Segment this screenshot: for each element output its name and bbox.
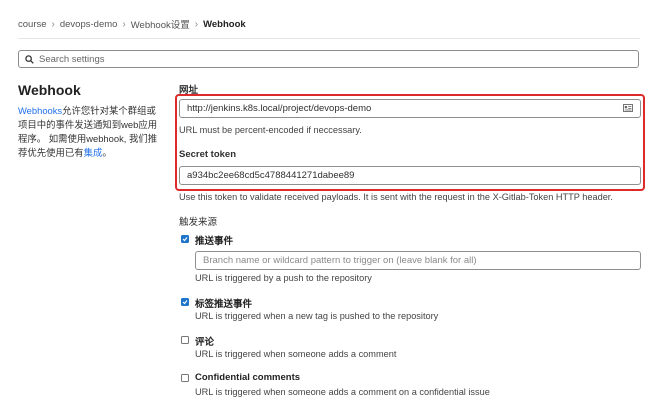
push-events-checkbox[interactable] <box>181 235 189 243</box>
section-description: Webhooks允许您针对某个群组或项目中的事件发送通知到web应用程序。 如需… <box>18 104 158 160</box>
webhooks-doc-link[interactable]: Webhooks <box>18 105 62 116</box>
check-icon <box>182 300 188 305</box>
section-title: Webhook <box>18 82 81 98</box>
confidential-comments-help: URL is triggered when someone adds a com… <box>195 387 490 397</box>
tag-push-events-checkbox[interactable] <box>181 298 189 306</box>
push-events-help: URL is triggered by a push to the reposi… <box>195 273 372 283</box>
comments-label: 评论 <box>195 337 215 348</box>
breadcrumb-current: Webhook <box>203 18 246 30</box>
confidential-comments-label: Confidential comments <box>195 372 301 383</box>
breadcrumb-project[interactable]: devops-demo <box>60 19 118 30</box>
check-icon <box>182 237 188 242</box>
url-value: http://jenkins.k8s.local/project/devops-… <box>187 103 372 114</box>
url-field[interactable]: http://jenkins.k8s.local/project/devops-… <box>179 99 641 118</box>
integrations-link[interactable]: 集成 <box>84 147 103 158</box>
breadcrumb: course › devops-demo › Webhook设置 › Webho… <box>18 17 246 32</box>
contact-card-icon <box>623 104 633 112</box>
breadcrumb-separator-icon: › <box>194 18 199 30</box>
breadcrumb-course[interactable]: course <box>18 19 47 30</box>
comments-help: URL is triggered when someone adds a com… <box>195 349 397 359</box>
description-end: 。 <box>102 147 112 158</box>
breadcrumb-separator-icon: › <box>122 18 126 30</box>
secret-token-field[interactable]: a934bc2ee68cd5c4788441271dabee89 <box>179 166 641 185</box>
divider <box>18 38 640 39</box>
breadcrumb-separator-icon: › <box>51 18 55 30</box>
branch-filter-placeholder: Branch name or wildcard pattern to trigg… <box>203 255 477 266</box>
secret-token-label: Secret token <box>179 149 237 160</box>
push-events-label: 推送事件 <box>195 236 234 247</box>
secret-token-value: a934bc2ee68cd5c4788441271dabee89 <box>187 170 355 181</box>
tag-push-events-help: URL is triggered when a new tag is pushe… <box>195 311 439 321</box>
secret-token-help: Use this token to validate received payl… <box>179 192 613 202</box>
search-icon <box>25 54 34 64</box>
search-placeholder: Search settings <box>39 53 105 65</box>
tag-push-events-label: 标签推送事件 <box>195 299 253 310</box>
trigger-label: 触发来源 <box>179 217 218 228</box>
comments-checkbox[interactable] <box>181 336 189 344</box>
breadcrumb-webhook-settings[interactable]: Webhook设置 <box>131 17 190 31</box>
branch-filter-input[interactable]: Branch name or wildcard pattern to trigg… <box>195 251 641 270</box>
confidential-comments-checkbox[interactable] <box>181 374 189 382</box>
url-help: URL must be percent-encoded if neccessar… <box>179 125 362 135</box>
search-input[interactable]: Search settings <box>18 50 639 68</box>
